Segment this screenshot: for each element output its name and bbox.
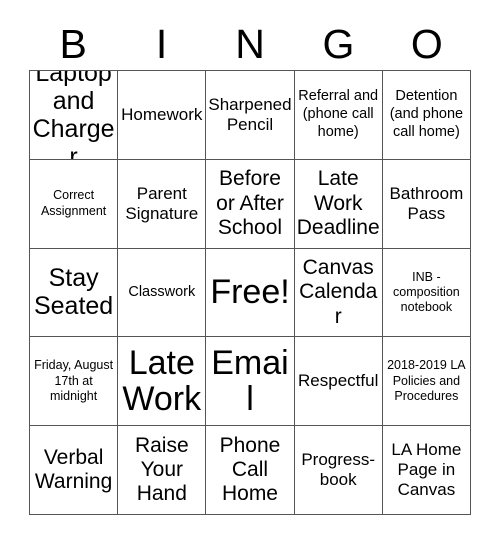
bingo-cell-label: Classwork: [128, 283, 196, 300]
bingo-cell[interactable]: Verbal Warning: [30, 426, 119, 515]
bingo-cell-label: Laptop and Charger: [32, 71, 115, 160]
bingo-cell[interactable]: Parent Signature: [118, 159, 207, 249]
bingo-cell[interactable]: Raise Your Hand: [118, 426, 207, 515]
bingo-header-letter-g: G: [322, 20, 355, 67]
bingo-cell[interactable]: Friday, August 17th at midnight: [30, 337, 119, 427]
bingo-cell-label: Free!: [210, 273, 290, 312]
bingo-cell[interactable]: Free!: [206, 248, 295, 338]
bingo-grid: Laptop and Charger Homework Sharpened Penc…: [29, 70, 471, 515]
bingo-cell[interactable]: Before or After School: [206, 159, 295, 249]
bingo-cell-label: Progress-book: [301, 450, 376, 490]
bingo-cell[interactable]: Stay Seated: [30, 248, 119, 338]
bingo-cell[interactable]: Sharpened Pencil: [206, 71, 295, 160]
bingo-cell-label: Before or After School: [216, 167, 284, 239]
bingo-header-row: B I N G O: [29, 18, 471, 70]
bingo-cell-label: Stay Seated: [33, 264, 114, 321]
bingo-cell[interactable]: Referral and (phone call home): [294, 71, 383, 160]
bingo-cell-label: Correct Assignment: [40, 188, 107, 218]
bingo-cell[interactable]: Progress-book: [294, 426, 383, 515]
bingo-cell-label: Bathroom Pass: [389, 183, 464, 223]
bingo-cell[interactable]: INB - composition notebook: [382, 248, 471, 338]
bingo-cell-label: INB - composition notebook: [393, 269, 460, 315]
bingo-cell[interactable]: Phone Call Home: [206, 426, 295, 515]
bingo-cell-label: Homework: [121, 104, 203, 124]
bingo-cell[interactable]: Detention (and phone call home): [382, 71, 471, 160]
bingo-cell[interactable]: 2018-2019 LA Policies and Procedures: [382, 337, 471, 427]
bingo-cell[interactable]: Late Work: [118, 337, 207, 427]
bingo-cell-label: Late Work: [122, 343, 202, 419]
bingo-cell[interactable]: Canvas Calendar: [294, 248, 383, 338]
bingo-cell[interactable]: Respectful: [294, 337, 383, 427]
bingo-header-letter-i: I: [155, 20, 168, 67]
bingo-cell-label: Email: [211, 343, 289, 419]
bingo-cell-label: Late Work Deadline: [296, 167, 380, 239]
bingo-card: B I N G O Laptop and Charger Homework Shar…: [0, 0, 500, 544]
bingo-cell[interactable]: Bathroom Pass: [382, 159, 471, 249]
bingo-cell[interactable]: Correct Assignment: [30, 159, 119, 249]
bingo-cell-label: Verbal Warning: [34, 445, 113, 494]
bingo-cell-label: Phone Call Home: [219, 433, 281, 506]
bingo-cell-label: Parent Signature: [125, 183, 199, 223]
bingo-cell-label: Referral and (phone call home): [298, 88, 379, 140]
bingo-cell[interactable]: Classwork: [118, 248, 207, 338]
bingo-header-letter-n: N: [235, 20, 265, 67]
bingo-cell-label: 2018-2019 LA Policies and Procedures: [387, 358, 466, 403]
bingo-cell-label: LA Home Page in Canvas: [391, 440, 462, 500]
bingo-cell[interactable]: Email: [206, 337, 295, 427]
bingo-header-letter-o: O: [410, 20, 443, 67]
bingo-cell-label: Respectful: [298, 371, 379, 391]
bingo-cell-label: Friday, August 17th at midnight: [34, 358, 114, 403]
bingo-cell[interactable]: Late Work Deadline: [294, 159, 383, 249]
bingo-cell-label: Sharpened Pencil: [208, 94, 292, 134]
bingo-cell[interactable]: Homework: [118, 71, 207, 160]
bingo-cell[interactable]: Laptop and Charger: [30, 71, 119, 160]
bingo-header-letter-b: B: [59, 20, 87, 67]
bingo-cell-label: Detention (and phone call home): [389, 88, 464, 140]
bingo-cell[interactable]: LA Home Page in Canvas: [382, 426, 471, 515]
bingo-cell-label: Canvas Calendar: [299, 256, 378, 328]
bingo-cell-label: Raise Your Hand: [134, 433, 189, 506]
